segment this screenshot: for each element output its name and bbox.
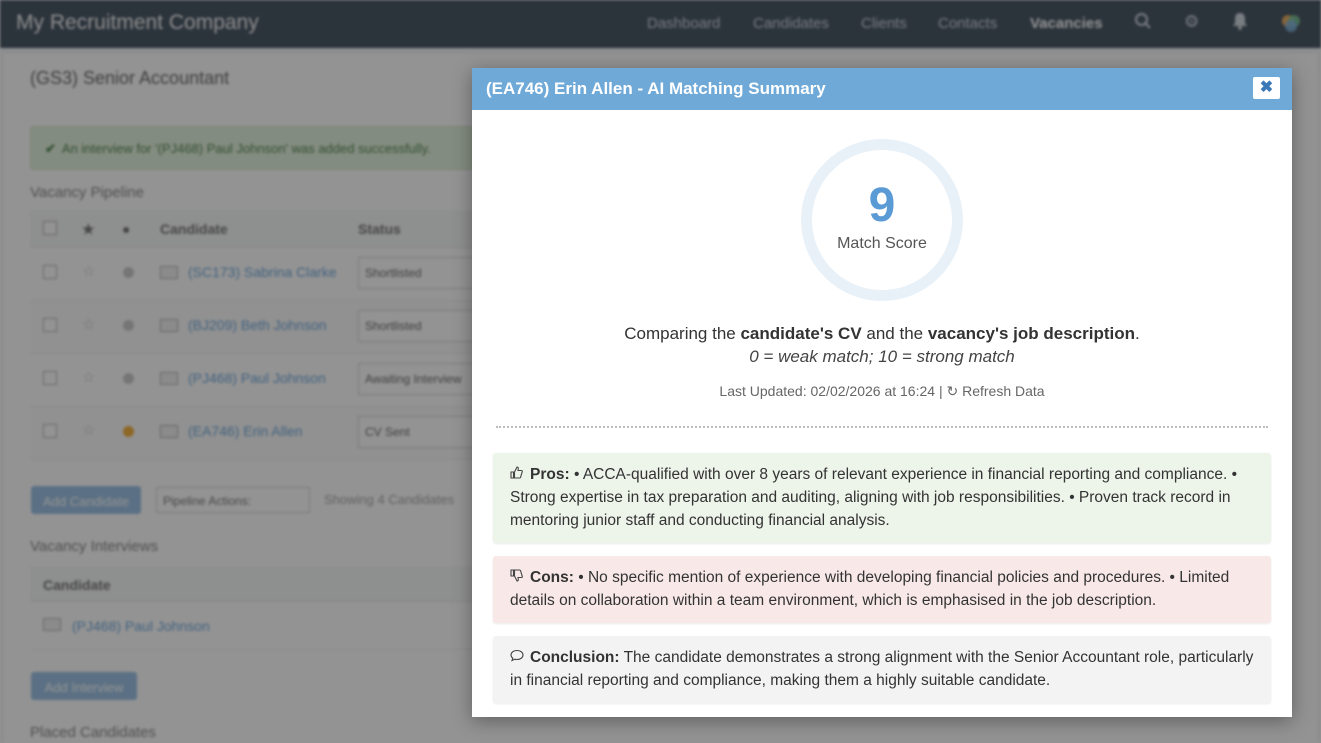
cons-label: Cons: [530, 569, 574, 586]
refresh-icon: ↻ [946, 383, 959, 399]
conclusion-card: Conclusion: The candidate demonstrates a… [493, 636, 1271, 703]
conclusion-label: Conclusion: [530, 649, 620, 666]
thumbs-up-icon [510, 463, 524, 486]
speech-bubble-icon [510, 646, 524, 669]
modal-title: (EA746) Erin Allen - AI Matching Summary [486, 79, 826, 98]
ai-matching-modal: (EA746) Erin Allen - AI Matching Summary… [472, 68, 1292, 717]
last-updated-text: Last Updated: 02/02/2026 at 16:24 [719, 383, 936, 399]
pros-text: • ACCA-qualified with over 8 years of re… [510, 466, 1238, 529]
thumbs-down-icon [510, 566, 524, 589]
cons-text: • No specific mention of experience with… [510, 569, 1230, 609]
last-updated-line: Last Updated: 02/02/2026 at 16:24 | ↻ Re… [472, 383, 1292, 400]
score-scale-note: 0 = weak match; 10 = strong match [749, 347, 1015, 366]
match-score-value: 9 [868, 179, 896, 232]
comparison-description: Comparing the candidate's CV and the vac… [624, 324, 1140, 343]
conclusion-text: The candidate demonstrates a strong alig… [510, 649, 1254, 689]
refresh-data-link[interactable]: ↻ Refresh Data [946, 383, 1044, 399]
close-icon[interactable]: ✖ [1253, 77, 1280, 99]
pros-label: Pros: [530, 466, 570, 483]
refresh-label: Refresh Data [962, 383, 1045, 399]
match-score-label: Match Score [837, 235, 927, 252]
dotted-divider [496, 426, 1268, 428]
cons-card: Cons: • No specific mention of experienc… [493, 556, 1271, 623]
modal-header: (EA746) Erin Allen - AI Matching Summary… [472, 68, 1292, 110]
separator: | [938, 383, 943, 399]
match-score-ring: 9 Match Score [801, 139, 963, 301]
pros-card: Pros: • ACCA-qualified with over 8 years… [493, 453, 1271, 543]
